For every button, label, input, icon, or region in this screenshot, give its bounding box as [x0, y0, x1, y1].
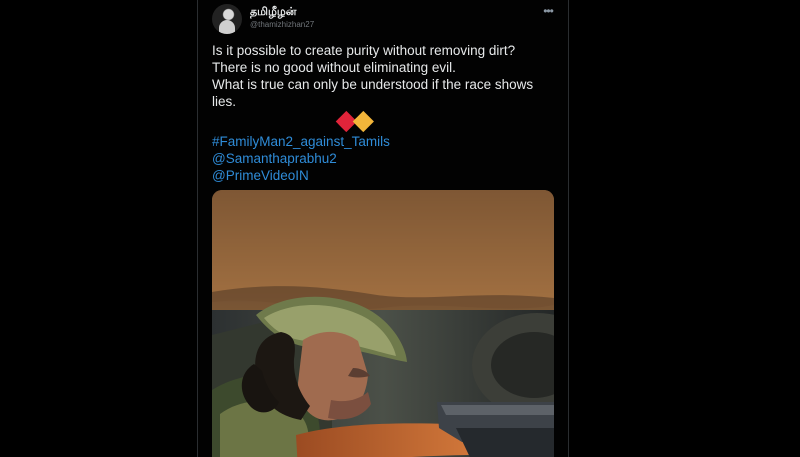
author-info[interactable]: தமிழீழன் @thamizhizhan27	[250, 6, 314, 30]
hashtag-link[interactable]: #FamilyMan2_against_Tamils	[212, 133, 557, 150]
author-handle[interactable]: @thamizhizhan27	[250, 19, 314, 30]
mention-link-samantha[interactable]: @Samanthaprabhu2	[212, 150, 557, 167]
tweet-text-line: There is no good without eliminating evi…	[212, 60, 456, 75]
screenshot-frame: தமிழீழன் @thamizhizhan27 ••• Is it possi…	[0, 0, 800, 457]
tweet-header: தமிழீழன் @thamizhizhan27 •••	[212, 4, 558, 36]
tweet-text-line: What is true can only be understood if t…	[212, 77, 534, 109]
tweet-card[interactable]: தமிழீழன் @thamizhizhan27 ••• Is it possi…	[197, 0, 569, 457]
author-display-name[interactable]: தமிழீழன்	[250, 6, 314, 19]
avatar[interactable]	[212, 4, 242, 34]
yellow-heart-icon	[352, 110, 374, 133]
emoji-row	[212, 110, 557, 133]
soldier-photo	[212, 190, 554, 457]
tweet-body: Is it possible to create purity without …	[212, 42, 557, 184]
tweet-media-image[interactable]	[212, 190, 554, 457]
tweet-text-line: Is it possible to create purity without …	[212, 43, 516, 58]
more-horizontal-icon[interactable]: •••	[540, 5, 556, 17]
mention-link-primevideo[interactable]: @PrimeVideoIN	[212, 167, 557, 184]
